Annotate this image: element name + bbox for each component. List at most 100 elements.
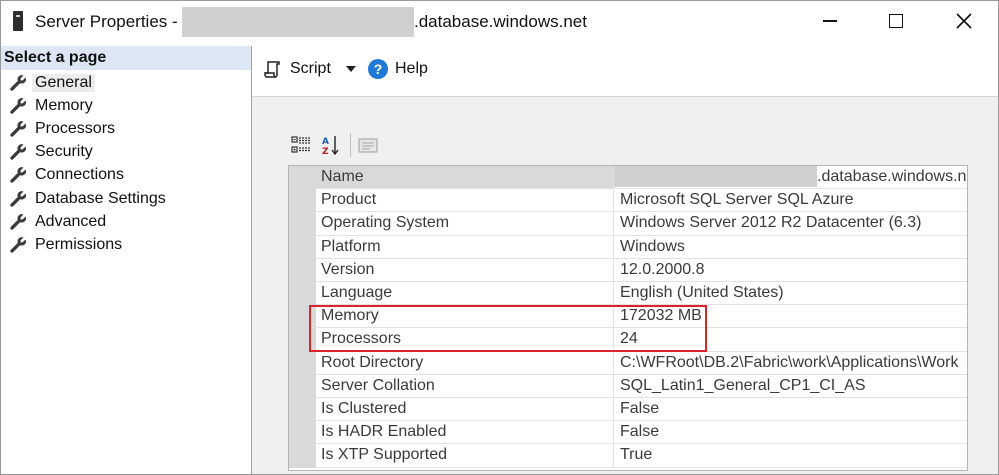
categorized-view-button[interactable] bbox=[288, 132, 314, 158]
alphabetical-sort-button[interactable]: A Z bbox=[318, 132, 344, 158]
property-name: Is HADR Enabled bbox=[316, 421, 614, 445]
property-name: Memory bbox=[316, 305, 614, 329]
nav-item-label: Database Settings bbox=[35, 189, 166, 207]
row-gutter bbox=[289, 235, 316, 259]
help-icon: ? bbox=[368, 59, 388, 79]
toolbar-separator bbox=[350, 133, 351, 157]
nav-item-memory[interactable]: Memory bbox=[1, 94, 251, 117]
nav-item-permissions[interactable]: Permissions bbox=[1, 233, 251, 256]
server-icon bbox=[13, 11, 23, 31]
wrench-icon bbox=[10, 97, 27, 114]
svg-text:A: A bbox=[322, 137, 329, 147]
minimize-button[interactable] bbox=[797, 1, 863, 41]
nav-item-processors[interactable]: Processors bbox=[1, 117, 251, 140]
nav-item-label: Security bbox=[35, 143, 93, 161]
property-name: Processors bbox=[316, 328, 614, 352]
script-dropdown-arrow-icon[interactable] bbox=[346, 66, 356, 72]
property-name: Version bbox=[316, 258, 614, 282]
redacted-server-name bbox=[182, 7, 414, 37]
property-value: True bbox=[614, 444, 967, 468]
property-name: Product bbox=[316, 189, 614, 213]
row-gutter bbox=[289, 421, 316, 445]
nav-item-advanced[interactable]: Advanced bbox=[1, 210, 251, 233]
property-name: Operating System bbox=[316, 212, 614, 236]
property-name: Name bbox=[316, 166, 614, 190]
property-value: 24 bbox=[614, 328, 967, 352]
table-row[interactable]: Language English (United States) bbox=[289, 282, 967, 306]
table-row[interactable]: Platform Windows bbox=[289, 235, 967, 259]
window-title-prefix: Server Properties - bbox=[35, 12, 178, 31]
table-row[interactable]: Is Clustered False bbox=[289, 398, 967, 422]
row-gutter bbox=[289, 189, 316, 213]
property-value: False bbox=[614, 398, 967, 422]
svg-text:Z: Z bbox=[322, 147, 329, 156]
row-gutter bbox=[289, 305, 316, 329]
dialog-toolbar: Script ? Help bbox=[252, 46, 998, 97]
wrench-icon bbox=[10, 213, 27, 230]
table-row[interactable]: Server Collation SQL_Latin1_General_CP1_… bbox=[289, 374, 967, 398]
table-row[interactable]: Is HADR Enabled False bbox=[289, 421, 967, 445]
table-row[interactable]: Version 12.0.2000.8 bbox=[289, 258, 967, 282]
sort-az-icon: A Z bbox=[322, 136, 339, 156]
wrench-icon bbox=[10, 144, 27, 160]
property-value: False bbox=[614, 421, 967, 445]
nav-item-label: Permissions bbox=[35, 235, 123, 253]
row-gutter bbox=[289, 351, 316, 375]
property-name: Language bbox=[316, 282, 614, 306]
property-pages-button[interactable] bbox=[355, 132, 381, 158]
property-value: 172032 MB bbox=[614, 305, 967, 329]
property-name: Is Clustered bbox=[316, 398, 614, 422]
table-row[interactable]: Root Directory C:\WFRoot\DB.2\Fabric\wor… bbox=[289, 351, 967, 375]
nav-item-label: General bbox=[32, 73, 95, 92]
wrench-icon bbox=[10, 167, 27, 184]
property-name: Platform bbox=[316, 235, 614, 259]
minimize-icon bbox=[823, 20, 837, 22]
page-selector-pane: Select a page General Memory Processors … bbox=[1, 46, 252, 474]
help-button[interactable]: ? Help bbox=[368, 56, 428, 82]
table-row[interactable]: Memory 172032 MB bbox=[289, 305, 967, 329]
table-row[interactable]: Name .database.windows.n bbox=[289, 166, 967, 190]
property-grid-toolbar: A Z bbox=[288, 132, 385, 158]
property-value-text: .database.windows.n bbox=[817, 168, 967, 185]
row-gutter bbox=[289, 282, 316, 306]
nav-item-label: Processors bbox=[35, 119, 116, 137]
nav-item-database-settings[interactable]: Database Settings bbox=[1, 187, 251, 210]
close-icon bbox=[956, 13, 972, 29]
property-value: 12.0.2000.8 bbox=[614, 259, 967, 282]
title-bar: Server Properties - .database.windows.ne… bbox=[1, 1, 998, 43]
property-value: .database.windows.n bbox=[614, 166, 967, 190]
table-row[interactable]: Processors 24 bbox=[289, 328, 967, 352]
property-value: SQL_Latin1_General_CP1_CI_AS bbox=[614, 375, 967, 398]
property-name: Server Collation bbox=[316, 374, 614, 398]
close-button[interactable] bbox=[931, 1, 997, 41]
property-value: Windows Server 2012 R2 Datacenter (6.3) bbox=[614, 212, 967, 236]
window-title-suffix: .database.windows.net bbox=[414, 12, 587, 31]
page-list: General Memory Processors Security Conne… bbox=[1, 71, 251, 257]
wrench-icon bbox=[10, 74, 27, 91]
wrench-icon bbox=[10, 190, 27, 207]
row-gutter bbox=[289, 258, 316, 282]
nav-item-security[interactable]: Security bbox=[1, 141, 251, 164]
script-button[interactable]: Script bbox=[264, 56, 331, 82]
redacted-server-name bbox=[614, 166, 817, 187]
table-row[interactable]: Operating System Windows Server 2012 R2 … bbox=[289, 212, 967, 236]
properties-content-pane: Script ? Help A Z Name .database.windows… bbox=[252, 46, 998, 474]
maximize-button[interactable] bbox=[863, 1, 929, 41]
nav-item-label: Memory bbox=[35, 96, 93, 114]
table-row[interactable]: Is XTP Supported True bbox=[289, 444, 967, 468]
property-value: English (United States) bbox=[614, 282, 967, 306]
property-grid: Name .database.windows.n Product Microso… bbox=[288, 165, 968, 471]
row-gutter bbox=[289, 444, 316, 468]
nav-item-general[interactable]: General bbox=[1, 71, 251, 94]
script-icon bbox=[264, 61, 280, 78]
row-gutter bbox=[289, 398, 316, 422]
property-value: Windows bbox=[614, 236, 967, 259]
script-label: Script bbox=[290, 60, 331, 77]
nav-item-connections[interactable]: Connections bbox=[1, 164, 251, 187]
nav-item-label: Advanced bbox=[35, 212, 107, 230]
wrench-icon bbox=[10, 121, 27, 137]
row-gutter bbox=[289, 166, 316, 190]
table-row[interactable]: Product Microsoft SQL Server SQL Azure bbox=[289, 189, 967, 213]
select-page-header: Select a page bbox=[1, 46, 251, 70]
row-gutter bbox=[289, 374, 316, 398]
